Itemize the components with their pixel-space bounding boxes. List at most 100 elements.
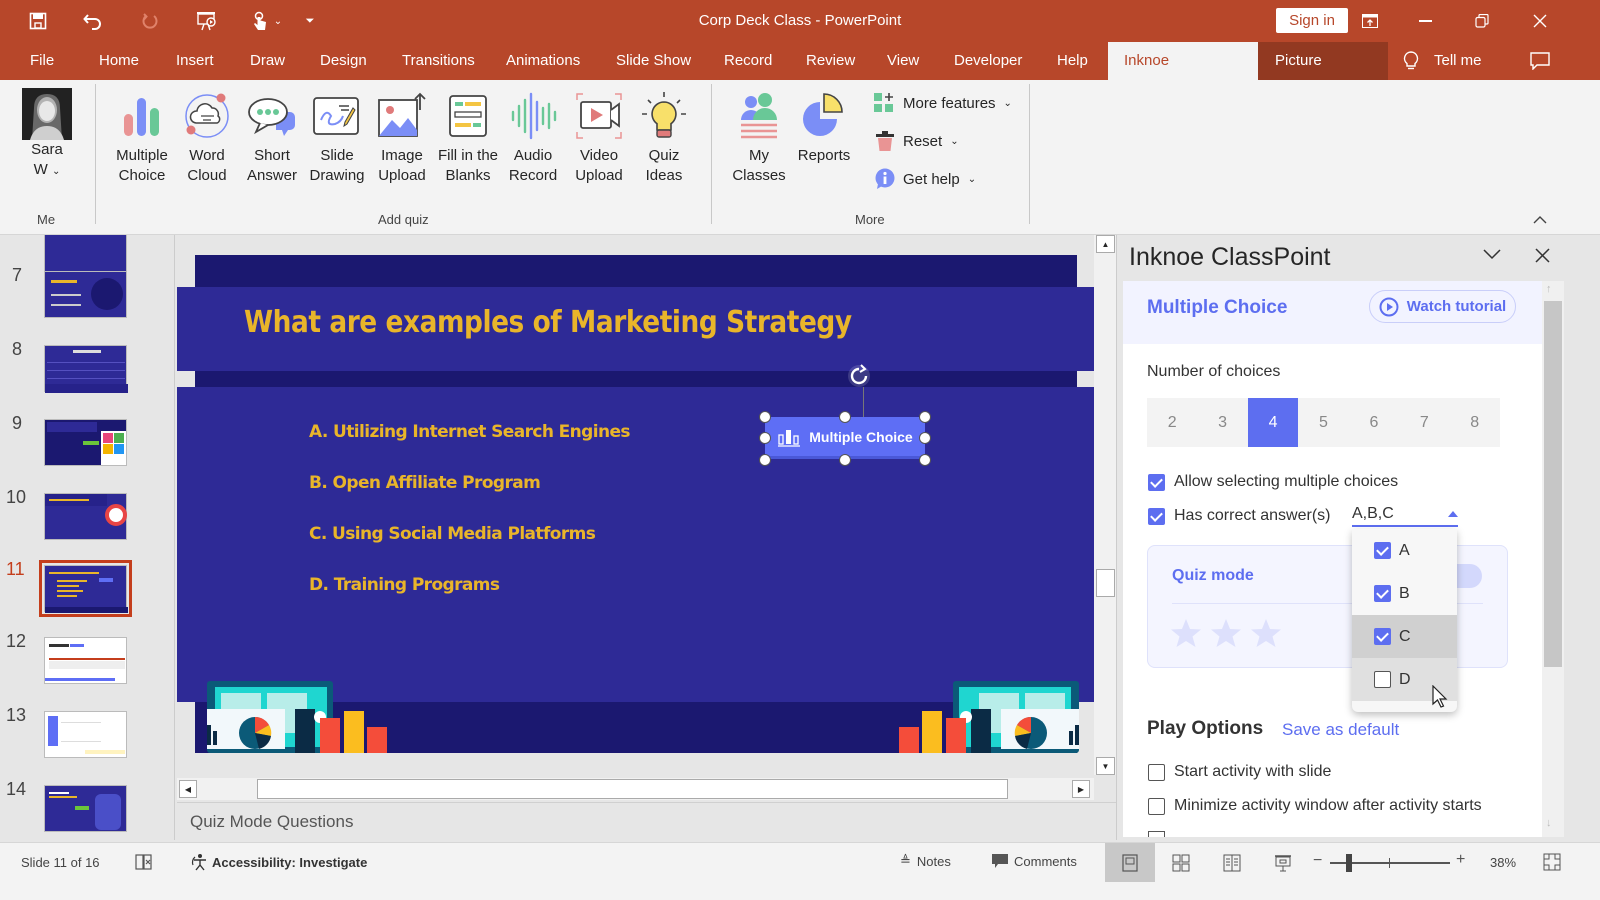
notes-pane[interactable]: Quiz Mode Questions: [177, 802, 1116, 842]
zoom-slider-thumb[interactable]: [1345, 854, 1352, 872]
tab-record[interactable]: Record: [716, 42, 780, 80]
resize-handle[interactable]: [759, 411, 771, 423]
rotate-handle[interactable]: [846, 363, 872, 394]
video-upload-button[interactable]: Video Upload: [567, 88, 631, 186]
slide-thumbnail-8[interactable]: [44, 345, 128, 393]
start-activity-with-slide-checkbox[interactable]: Start activity with slide: [1148, 763, 1331, 781]
tab-draw[interactable]: Draw: [242, 42, 293, 80]
correct-answer-dropdown[interactable]: A,B,C: [1352, 505, 1458, 527]
scroll-thumb[interactable]: [257, 779, 1008, 799]
dropdown-option-a[interactable]: A: [1352, 529, 1457, 572]
close-window-icon[interactable]: [1520, 6, 1560, 36]
tab-insert[interactable]: Insert: [168, 42, 222, 80]
accessibility-checker[interactable]: Accessibility: Investigate: [190, 853, 367, 871]
account-menu[interactable]: Sara W ⌄: [18, 140, 76, 182]
watch-tutorial-button[interactable]: Watch tutorial: [1369, 290, 1516, 323]
tab-review[interactable]: Review: [798, 42, 863, 80]
slide-vertical-scrollbar[interactable]: ▲ ▼: [1094, 235, 1116, 775]
tab-home[interactable]: Home: [91, 42, 147, 80]
zoom-out-button[interactable]: −: [1313, 852, 1322, 870]
save-as-default-link[interactable]: Save as default: [1282, 720, 1399, 740]
slide-thumbnail-14[interactable]: [44, 785, 127, 832]
tab-developer[interactable]: Developer: [946, 42, 1030, 80]
tab-view[interactable]: View: [879, 42, 927, 80]
minimize-icon[interactable]: [1405, 6, 1445, 36]
slide-thumbnail-12[interactable]: [44, 637, 127, 684]
has-correct-answer-checkbox[interactable]: Has correct answer(s): [1148, 507, 1330, 525]
close-task-pane-icon[interactable]: [1535, 248, 1550, 268]
scroll-up-arrow-icon[interactable]: ↑: [1546, 283, 1552, 295]
allow-multiple-checkbox[interactable]: Allow selecting multiple choices: [1148, 473, 1398, 491]
sign-in-button[interactable]: Sign in: [1276, 8, 1348, 33]
word-cloud-button[interactable]: Word Cloud: [175, 88, 239, 186]
tab-help[interactable]: Help: [1049, 42, 1096, 80]
restore-icon[interactable]: [1462, 6, 1502, 36]
collapse-ribbon-icon[interactable]: [1533, 212, 1547, 230]
audio-record-button[interactable]: Audio Record: [501, 88, 565, 186]
resize-handle[interactable]: [759, 454, 771, 466]
tab-file[interactable]: File: [22, 42, 62, 80]
dropdown-option-c[interactable]: C: [1352, 615, 1457, 658]
scroll-right-button[interactable]: ▶: [1072, 780, 1090, 798]
resize-handle[interactable]: [919, 454, 931, 466]
tab-transitions[interactable]: Transitions: [394, 42, 483, 80]
scroll-left-button[interactable]: ◀: [179, 780, 197, 798]
choice-5[interactable]: 5: [1298, 398, 1348, 447]
reports-button[interactable]: Reports: [792, 88, 856, 166]
scroll-thumb[interactable]: [1096, 569, 1115, 597]
avatar[interactable]: [22, 88, 72, 140]
short-answer-button[interactable]: Short Answer: [240, 88, 304, 186]
ribbon-display-options-icon[interactable]: [1350, 6, 1390, 36]
tab-inknoe-classpoint[interactable]: Inknoe ClassPoint: [1108, 42, 1258, 107]
resize-handle[interactable]: [919, 411, 931, 423]
multiple-choice-slide-button[interactable]: Multiple Choice: [765, 417, 925, 459]
reset-button[interactable]: Reset ⌄: [875, 130, 959, 152]
slide-title[interactable]: What are examples of Marketing Strategy: [244, 305, 852, 340]
zoom-in-button[interactable]: +: [1456, 851, 1465, 869]
comments-button[interactable]: Comments: [991, 853, 1077, 869]
zoom-slider[interactable]: [1330, 854, 1450, 872]
get-help-button[interactable]: Get help ⌄: [875, 168, 976, 190]
resize-handle[interactable]: [919, 432, 931, 444]
tell-me-search[interactable]: Tell me: [1426, 42, 1490, 80]
zoom-level[interactable]: 38%: [1490, 855, 1516, 870]
slide-drawing-button[interactable]: Slide Drawing: [305, 88, 369, 186]
choice-3[interactable]: 3: [1197, 398, 1247, 447]
slide-thumbnail-13[interactable]: [44, 711, 127, 758]
more-features-button[interactable]: More features ⌄: [873, 92, 1012, 114]
comments-icon[interactable]: [1530, 52, 1550, 75]
scroll-thumb[interactable]: [1544, 301, 1562, 667]
slide-canvas[interactable]: What are examples of Marketing Strategy …: [177, 255, 1094, 753]
reading-view-icon[interactable]: [1223, 854, 1241, 875]
slide-horizontal-scrollbar[interactable]: ◀ ▶: [177, 778, 1094, 800]
task-pane-scrollbar[interactable]: ↑ ↓: [1542, 281, 1564, 837]
notes-toggle-button[interactable]: ≜ Notes: [900, 853, 951, 869]
slide-thumbnail-11[interactable]: [39, 560, 132, 617]
answer-options[interactable]: A. Utilizing Internet Search Engines B. …: [309, 420, 631, 624]
minimize-activity-window-checkbox[interactable]: Minimize activity window after activity …: [1148, 797, 1482, 815]
slide-thumbnail-pane[interactable]: 7 8 9 10 11 12 13 14: [0, 235, 175, 840]
multiple-choice-button[interactable]: Multiple Choice: [110, 88, 174, 186]
slide-thumbnail-9[interactable]: [44, 419, 127, 466]
choice-4[interactable]: 4: [1247, 398, 1299, 447]
resize-handle[interactable]: [839, 454, 851, 466]
slide-thumbnail-10[interactable]: [44, 493, 127, 540]
my-classes-button[interactable]: My Classes: [727, 88, 791, 186]
slide-sorter-view-icon[interactable]: [1172, 854, 1190, 875]
tab-design[interactable]: Design: [312, 42, 375, 80]
spell-check-icon[interactable]: [135, 853, 153, 874]
tab-slide-show[interactable]: Slide Show: [608, 42, 699, 80]
scroll-up-button[interactable]: ▲: [1096, 235, 1115, 253]
choice-2[interactable]: 2: [1147, 398, 1197, 447]
slide-thumbnail-6[interactable]: [44, 235, 127, 274]
task-pane-options-icon[interactable]: [1483, 247, 1501, 265]
fill-in-the-blanks-button[interactable]: Fill in the Blanks: [436, 88, 500, 186]
resize-handle[interactable]: [839, 411, 851, 423]
tab-animations[interactable]: Animations: [498, 42, 588, 80]
fit-slide-to-window-icon[interactable]: [1543, 853, 1561, 874]
quiz-ideas-button[interactable]: Quiz Ideas: [632, 88, 696, 186]
choice-8[interactable]: 8: [1450, 398, 1500, 447]
resize-handle[interactable]: [759, 432, 771, 444]
image-upload-button[interactable]: Image Upload: [370, 88, 434, 186]
tab-picture-format[interactable]: Picture Format: [1258, 42, 1388, 107]
